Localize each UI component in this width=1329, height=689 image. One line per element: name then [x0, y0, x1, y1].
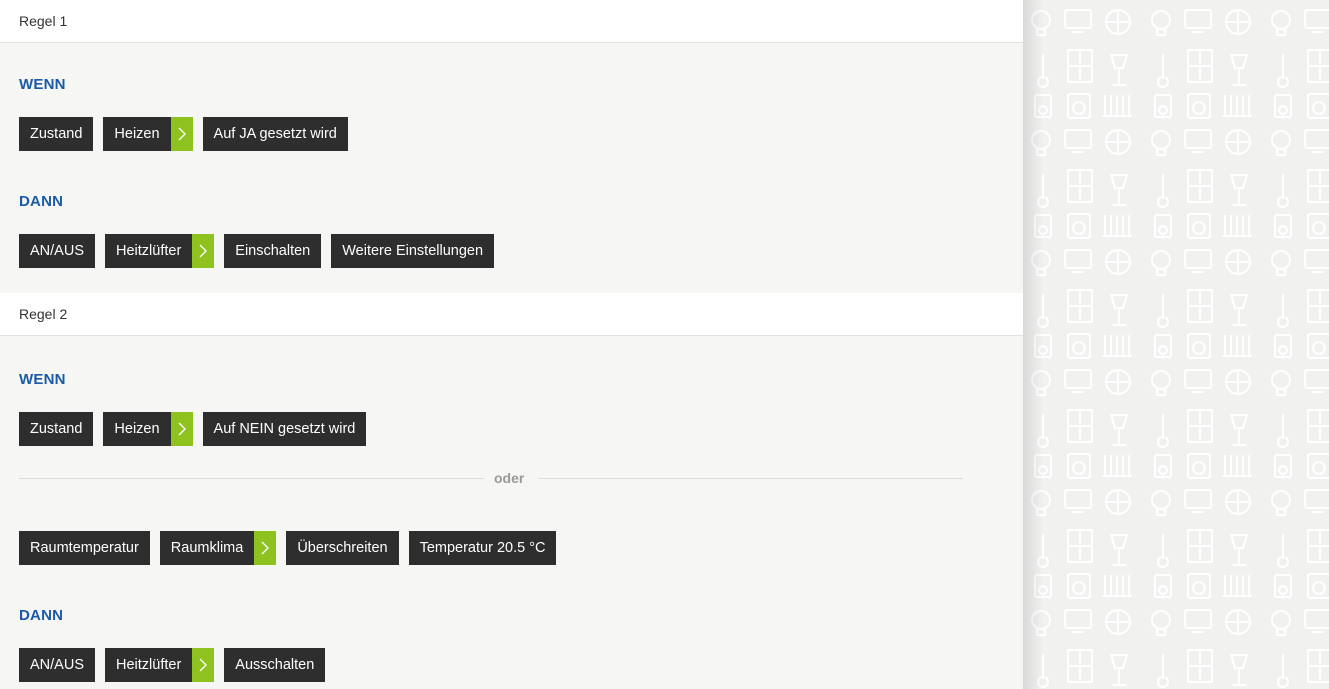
rule-2-when-condition-chip[interactable]: Auf NEIN gesetzt wird [202, 412, 367, 446]
rule-2-alt-device-chip[interactable]: Raumklima [159, 531, 255, 565]
divider-line-right [538, 478, 963, 479]
rule-2-alt-value-chip[interactable]: Temperatur 20.5 °C [408, 531, 557, 565]
rule-1-when-device-selector[interactable]: Heizen [103, 117, 193, 151]
or-label: oder [494, 470, 525, 486]
rule-2-then-row: AN/AUS Heitzlüfter Ausschalten [19, 648, 326, 682]
chevron-right-icon[interactable] [192, 234, 215, 268]
device-pattern-icon [1023, 0, 1329, 689]
rule-1-more-settings-chip[interactable]: Weitere Einstellungen [331, 234, 495, 268]
rule-1-then-device-selector[interactable]: Heitzlüfter [105, 234, 215, 268]
rule-1-then-device-chip[interactable]: Heitzlüfter [105, 234, 193, 268]
rule-1-when-label: WENN [19, 76, 66, 93]
divider-line-left [19, 478, 484, 479]
rule-1-then-row: AN/AUS Heitzlüfter Einschalten Weitere E… [19, 234, 495, 268]
rule-2-when-type-chip[interactable]: Zustand [19, 412, 94, 446]
rule-1-when-condition-chip[interactable]: Auf JA gesetzt wird [202, 117, 348, 151]
rule-2-header[interactable]: Regel 2 [0, 293, 1023, 336]
rule-2-alt-condition-chip[interactable]: Überschreiten [286, 531, 399, 565]
rule-2-alt-device-selector[interactable]: Raumklima [159, 531, 277, 565]
rules-panel: Regel 1 WENN Zustand Heizen Auf JA geset… [0, 0, 1023, 689]
rule-2-when-device-chip[interactable]: Heizen [103, 412, 171, 446]
rule-2-then-type-chip[interactable]: AN/AUS [19, 648, 95, 682]
rule-1-title: Regel 1 [19, 13, 68, 29]
chevron-right-icon[interactable] [192, 648, 215, 682]
rule-1-when-row: Zustand Heizen Auf JA gesetzt wird [19, 117, 348, 151]
rule-1-then-label: DANN [19, 193, 64, 210]
rule-1-when-type-chip[interactable]: Zustand [19, 117, 94, 151]
rule-2-alt-type-chip[interactable]: Raumtemperatur [19, 531, 150, 565]
chevron-right-icon[interactable] [254, 531, 277, 565]
or-divider: oder [19, 469, 963, 489]
rule-2-when-device-selector[interactable]: Heizen [103, 412, 193, 446]
rule-2-then-action-chip[interactable]: Ausschalten [224, 648, 326, 682]
rule-1-when-device-chip[interactable]: Heizen [103, 117, 171, 151]
rule-1-then-type-chip[interactable]: AN/AUS [19, 234, 95, 268]
rule-2-then-label: DANN [19, 607, 64, 624]
panel-edge-shadow [1023, 0, 1043, 689]
rule-1-header[interactable]: Regel 1 [0, 0, 1023, 43]
rule-2-title: Regel 2 [19, 306, 68, 322]
rule-2-when-alt-row: Raumtemperatur Raumklima Überschreiten T… [19, 531, 557, 565]
rule-2-then-device-selector[interactable]: Heitzlüfter [105, 648, 215, 682]
rule-2-when-row: Zustand Heizen Auf NEIN gesetzt wird [19, 412, 367, 446]
rule-2-then-device-chip[interactable]: Heitzlüfter [105, 648, 193, 682]
chevron-right-icon[interactable] [170, 117, 193, 151]
smart-home-pattern-background [1023, 0, 1329, 689]
chevron-right-icon[interactable] [170, 412, 193, 446]
rule-2-when-label: WENN [19, 371, 66, 388]
rule-1-then-action-chip[interactable]: Einschalten [224, 234, 322, 268]
